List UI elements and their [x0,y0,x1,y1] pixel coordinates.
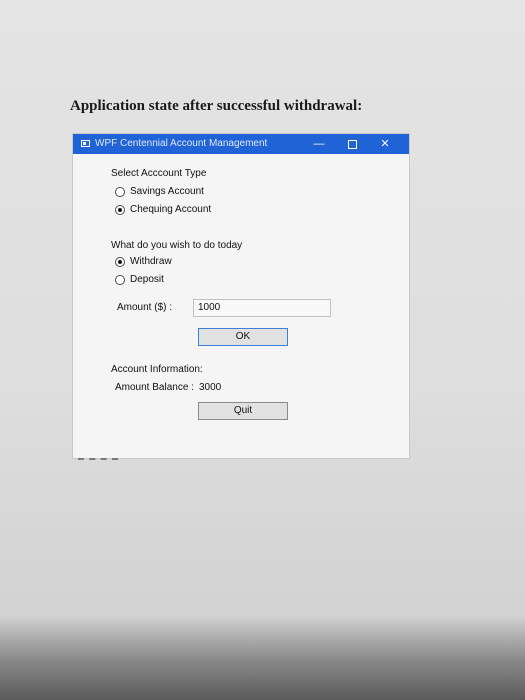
close-button[interactable]: ✕ [371,134,399,154]
app-window-icon [81,140,90,147]
savings-account-radio[interactable]: Savings Account [115,186,204,197]
window-title: WPF Centennial Account Management [95,138,268,149]
chequing-account-radio[interactable]: Chequing Account [115,204,211,215]
radio-button-checked-icon[interactable] [115,256,125,267]
title-bar[interactable]: WPF Centennial Account Management — ✕ [73,134,409,154]
balance-label: Amount Balance : [115,382,194,393]
deposit-radio[interactable]: Deposit [115,274,164,285]
ok-button[interactable]: OK [198,328,288,346]
savings-account-label: Savings Account [130,186,204,197]
withdraw-radio[interactable]: Withdraw [115,256,172,267]
maximize-icon [347,139,357,149]
action-heading: What do you wish to do today [111,240,243,251]
radio-button-icon[interactable] [115,274,125,285]
withdraw-label: Withdraw [130,256,172,267]
page-caption: Application state after successful withd… [70,98,363,114]
maximize-button[interactable] [338,134,366,154]
deposit-label: Deposit [130,274,164,285]
account-info-heading: Account Information: [111,364,203,375]
quit-button[interactable]: Quit [198,402,288,420]
amount-input[interactable]: 1000 [193,299,331,317]
minimize-button[interactable]: — [305,134,333,154]
radio-button-icon[interactable] [115,186,125,197]
divider [78,458,118,460]
amount-label: Amount ($) : [117,302,173,313]
radio-button-checked-icon[interactable] [115,204,125,215]
app-window: WPF Centennial Account Management — ✕ Se… [72,133,410,459]
account-type-heading: Select Acccount Type [111,168,207,179]
balance-value: 3000 [199,382,222,393]
chequing-account-label: Chequing Account [130,204,212,215]
